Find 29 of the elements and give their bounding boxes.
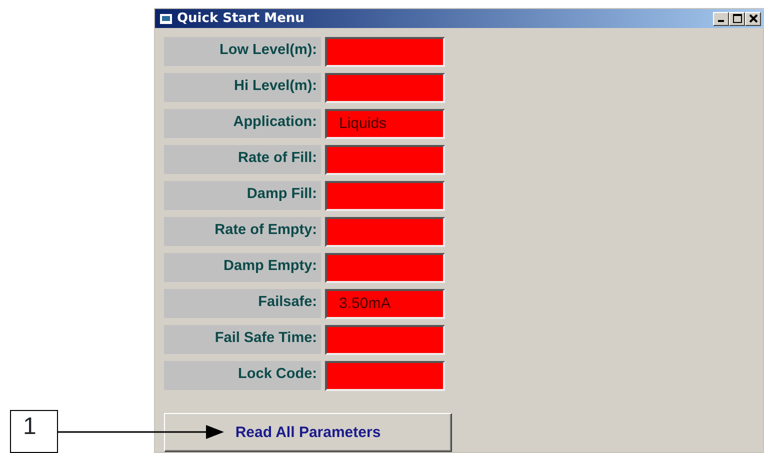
- field-label: Application:: [164, 109, 321, 138]
- field-label: Fail Safe Time:: [164, 325, 321, 354]
- value-field[interactable]: [325, 325, 445, 355]
- field-label: Damp Empty:: [164, 253, 321, 282]
- callout-label: 1: [10, 410, 58, 453]
- value-field[interactable]: [325, 145, 445, 175]
- field-label: Damp Fill:: [164, 181, 321, 210]
- close-icon: [748, 14, 758, 23]
- window-title: Quick Start Menu: [177, 11, 304, 26]
- value-field[interactable]: Liquids: [325, 109, 445, 139]
- value-field[interactable]: [325, 217, 445, 247]
- field-label: Hi Level(m):: [164, 73, 321, 102]
- read-all-parameters-button[interactable]: Read All Parameters: [164, 413, 452, 452]
- field-label: Rate of Empty:: [164, 217, 321, 246]
- value-field[interactable]: [325, 361, 445, 391]
- minimize-button[interactable]: [713, 12, 729, 26]
- field-label: Lock Code:: [164, 361, 321, 390]
- value-field[interactable]: 3.50mA: [325, 289, 445, 319]
- field-label: Rate of Fill:: [164, 145, 321, 174]
- field-label: Low Level(m):: [164, 37, 321, 66]
- value-field[interactable]: [325, 253, 445, 283]
- maximize-icon: [732, 14, 742, 23]
- value-field[interactable]: [325, 37, 445, 67]
- value-field[interactable]: [325, 73, 445, 103]
- app-icon: [159, 12, 173, 24]
- value-field[interactable]: [325, 181, 445, 211]
- maximize-button[interactable]: [729, 12, 745, 26]
- field-label: Failsafe:: [164, 289, 321, 318]
- close-button[interactable]: [745, 12, 761, 26]
